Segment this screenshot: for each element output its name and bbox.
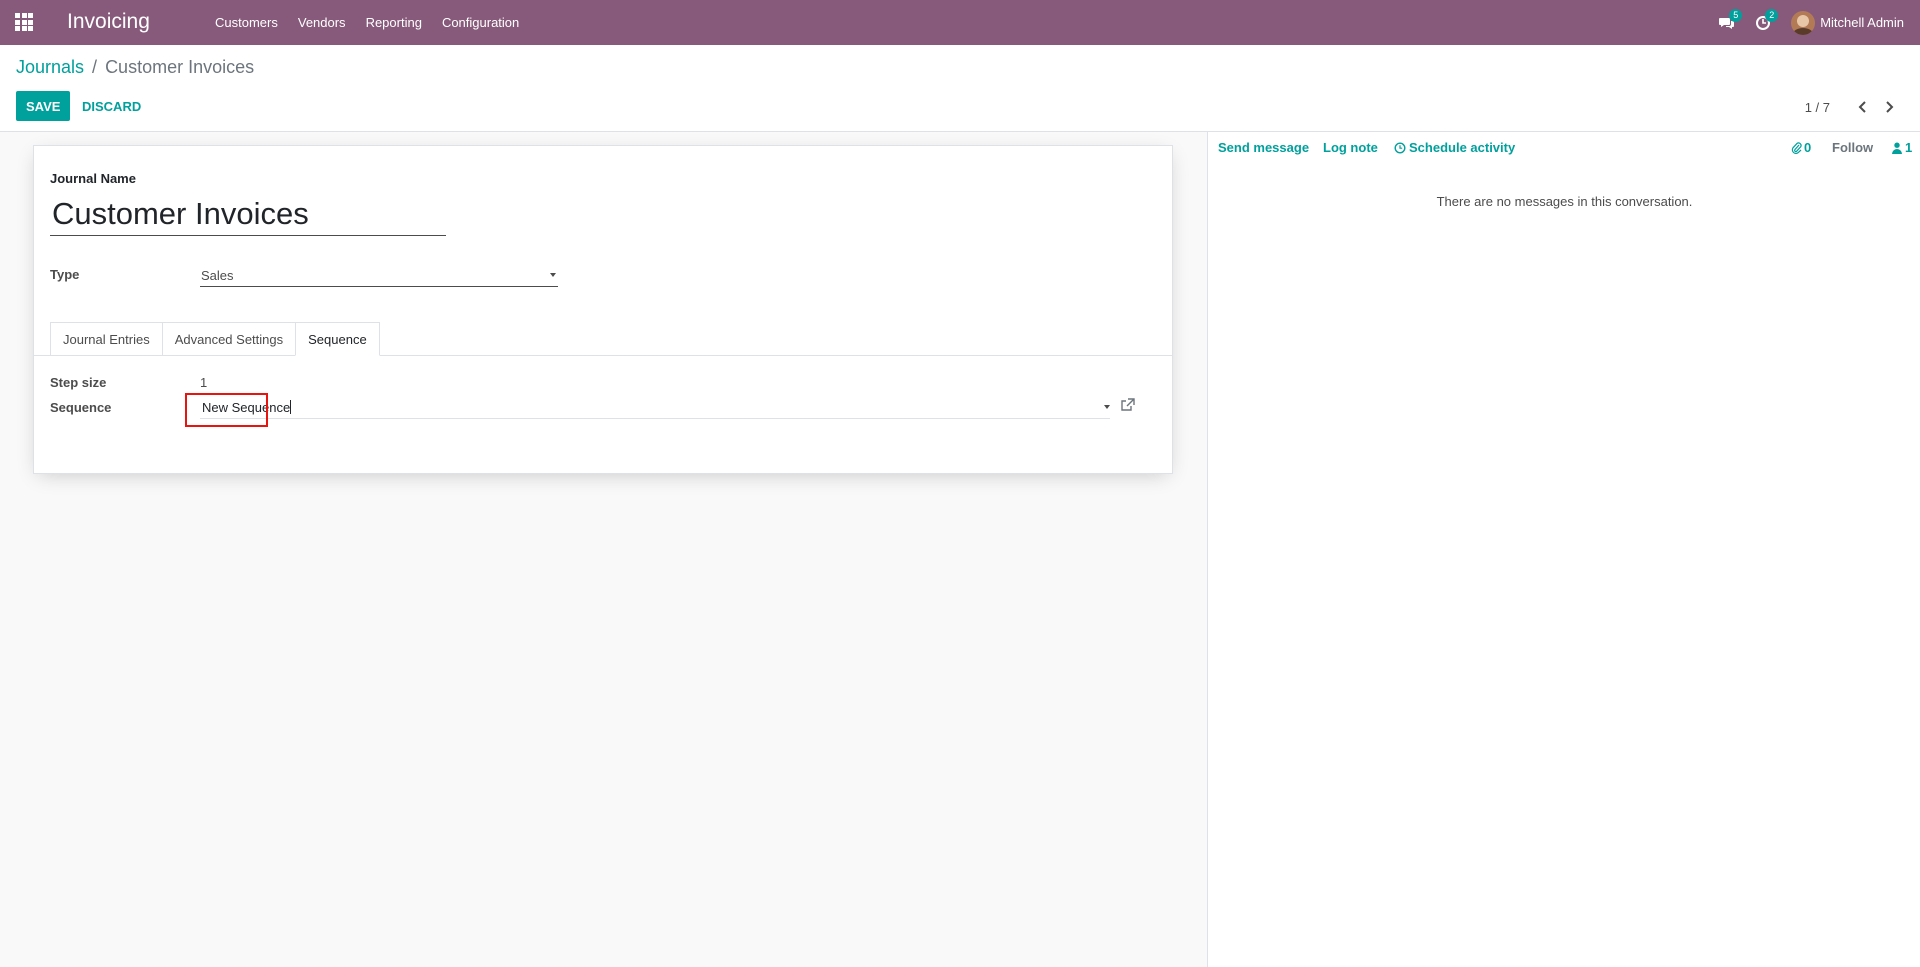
caret-down-icon[interactable] <box>1104 405 1110 409</box>
form-area: Journal Name Customer Invoices Type Sale… <box>0 132 1207 967</box>
sequence-label: Sequence <box>50 400 112 415</box>
systray: 5 2 Mitchell Admin <box>1719 0 1920 45</box>
app-title[interactable]: Invoicing <box>67 10 150 34</box>
menu-item-configuration[interactable]: Configuration <box>432 0 529 45</box>
attachments-button[interactable]: 0 <box>1791 140 1811 155</box>
top-navbar: Invoicing Customers Vendors Reporting Co… <box>0 0 1920 45</box>
text-cursor <box>290 400 292 414</box>
sequence-value: New Sequence <box>200 400 292 415</box>
log-note-button[interactable]: Log note <box>1323 140 1378 155</box>
send-message-button[interactable]: Send message <box>1218 140 1309 155</box>
empty-conversation-text: There are no messages in this conversati… <box>1436 194 1693 209</box>
breadcrumb: Journals / Customer Invoices <box>16 57 254 78</box>
save-button[interactable]: SAVE <box>16 91 71 121</box>
external-link-icon[interactable] <box>1120 397 1136 413</box>
user-menu[interactable]: Mitchell Admin <box>1791 10 1904 35</box>
journal-name-label: Journal Name <box>50 171 136 186</box>
step-size-value: 1 <box>200 375 208 390</box>
menu-item-vendors[interactable]: Vendors <box>288 0 356 45</box>
paperclip-icon <box>1791 142 1802 154</box>
journal-name-field[interactable]: Customer Invoices <box>50 191 446 236</box>
followers-count: 1 <box>1905 140 1913 155</box>
pager-value[interactable]: 1 / 7 <box>1805 100 1830 115</box>
followers-button[interactable]: 1 <box>1892 140 1912 155</box>
main-menu: Customers Vendors Reporting Configuratio… <box>205 0 529 45</box>
chatter-topbar: Send message Log note Schedule activity … <box>1208 132 1920 162</box>
user-name: Mitchell Admin <box>1820 15 1904 30</box>
sequence-input[interactable]: New Sequence <box>200 395 1110 419</box>
breadcrumb-separator: / <box>92 57 98 77</box>
form-sheet: Journal Name Customer Invoices Type Sale… <box>33 145 1173 474</box>
sequence-text: New Sequence <box>202 400 291 415</box>
pager: 1 / 7 <box>1805 97 1902 117</box>
messages-badge: 5 <box>1729 8 1743 22</box>
caret-down-icon <box>550 273 556 277</box>
step-size-label: Step size <box>50 375 107 390</box>
type-label: Type <box>50 267 80 282</box>
schedule-activity-button[interactable]: Schedule activity <box>1394 140 1515 155</box>
activities-badge: 2 <box>1765 8 1779 22</box>
attachments-count: 0 <box>1804 140 1812 155</box>
user-icon <box>1892 142 1902 154</box>
control-panel: Journals / Customer Invoices SAVE DISCAR… <box>0 45 1920 132</box>
clock-activity-icon[interactable]: 2 <box>1755 8 1779 31</box>
schedule-activity-label: Schedule activity <box>1409 140 1516 155</box>
breadcrumb-journals[interactable]: Journals <box>16 57 84 78</box>
follow-button[interactable]: Follow <box>1832 140 1873 155</box>
type-value: Sales <box>201 268 234 283</box>
clock-icon <box>1394 141 1406 154</box>
tab-sequence[interactable]: Sequence <box>295 322 380 356</box>
menu-item-reporting[interactable]: Reporting <box>356 0 432 45</box>
discard-button[interactable]: DISCARD <box>72 91 151 121</box>
menu-item-customers[interactable]: Customers <box>205 0 288 45</box>
type-select[interactable]: Sales <box>200 265 558 287</box>
apps-grid-icon[interactable] <box>15 13 33 31</box>
notebook-tabs: Journal Entries Advanced Settings Sequen… <box>50 322 380 356</box>
avatar <box>1791 10 1816 35</box>
tab-advanced-settings[interactable]: Advanced Settings <box>161 322 296 356</box>
breadcrumb-current: Customer Invoices <box>105 57 255 77</box>
chevron-left-icon[interactable] <box>1850 97 1876 117</box>
chat-bubbles-icon[interactable]: 5 <box>1719 8 1743 31</box>
tab-journal-entries[interactable]: Journal Entries <box>50 322 162 356</box>
chatter: Send message Log note Schedule activity … <box>1207 132 1920 967</box>
chevron-right-icon[interactable] <box>1876 97 1902 117</box>
